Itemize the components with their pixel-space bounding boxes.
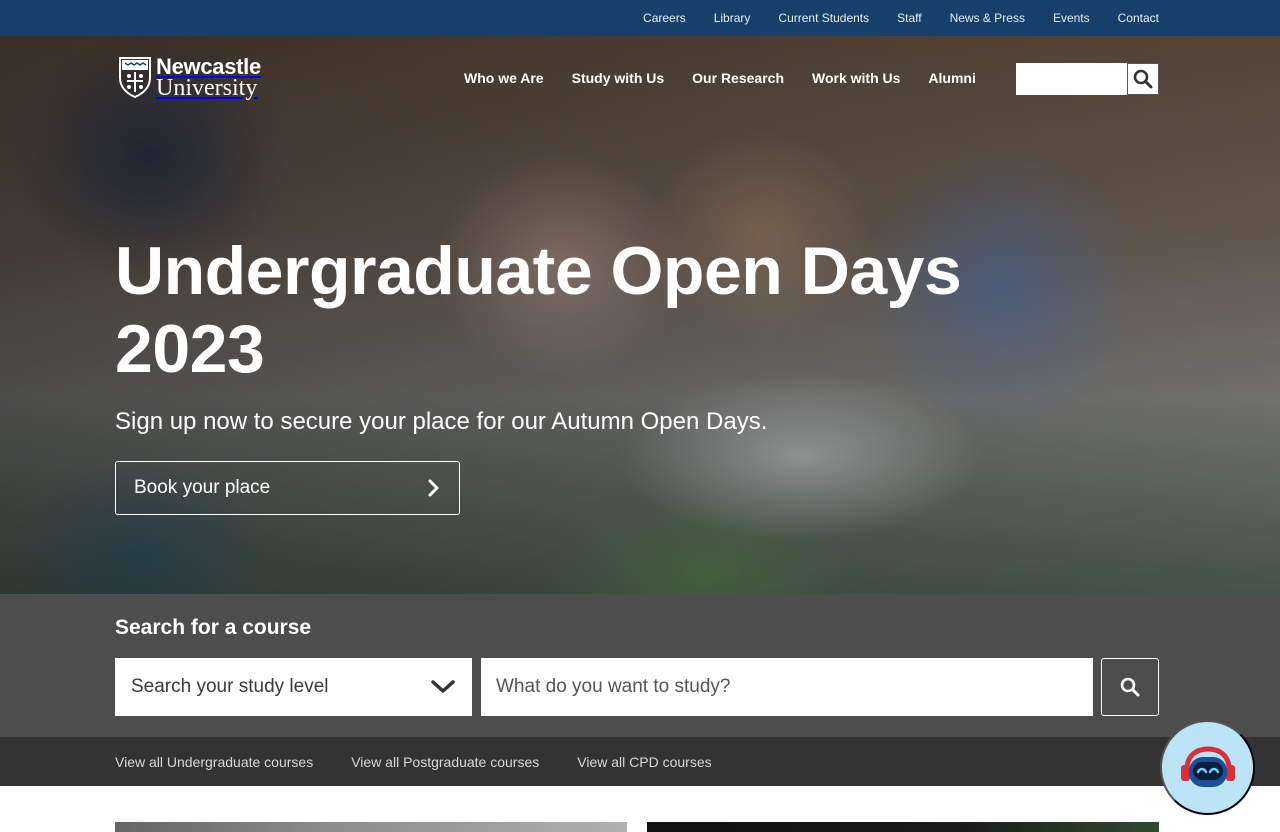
nav-work-with-us[interactable]: Work with Us: [812, 70, 900, 86]
logo-line-university: University: [156, 75, 258, 101]
chatbot-robot-icon: [1180, 745, 1235, 787]
utility-link-library[interactable]: Library: [714, 11, 751, 25]
utility-link-current-students[interactable]: Current Students: [778, 11, 869, 25]
study-subject-input[interactable]: [481, 658, 1093, 716]
chatbot-launcher-button[interactable]: [1160, 720, 1255, 815]
teaser-card-left[interactable]: [115, 822, 627, 832]
course-search-panel: Search for a course Search your study le…: [0, 594, 1280, 737]
nav-who-we-are[interactable]: Who we Are: [464, 70, 544, 86]
study-level-selected: Search your study level: [131, 676, 329, 697]
search-icon: [1133, 69, 1153, 89]
site-search: [1016, 63, 1159, 95]
hero-title: Undergraduate Open Days 2023: [115, 233, 962, 387]
utility-link-contact[interactable]: Contact: [1118, 11, 1159, 25]
course-search-button[interactable]: [1101, 658, 1159, 716]
main-nav: Who we Are Study with Us Our Research Wo…: [464, 70, 976, 86]
study-level-select[interactable]: Search your study level: [115, 658, 472, 716]
utility-link-staff[interactable]: Staff: [897, 11, 921, 25]
teaser-card-right[interactable]: [647, 822, 1159, 832]
link-cpd-courses[interactable]: View all CPD courses: [577, 754, 711, 770]
book-your-place-button[interactable]: Book your place: [115, 461, 460, 515]
nav-study-with-us[interactable]: Study with Us: [572, 70, 665, 86]
logo-wordmark: Newcastle University: [156, 56, 261, 101]
chevron-down-icon: [431, 680, 455, 693]
nav-our-research[interactable]: Our Research: [692, 70, 784, 86]
university-logo[interactable]: Newcastle University: [118, 56, 261, 100]
search-icon: [1120, 677, 1140, 697]
utility-link-events[interactable]: Events: [1053, 11, 1090, 25]
link-undergraduate-courses[interactable]: View all Undergraduate courses: [115, 754, 313, 770]
link-postgraduate-courses[interactable]: View all Postgraduate courses: [351, 754, 539, 770]
book-your-place-label: Book your place: [134, 477, 271, 498]
utility-bar: Careers Library Current Students Staff N…: [0, 0, 1280, 36]
course-search-heading: Search for a course: [115, 616, 312, 639]
hero-subtitle: Sign up now to secure your place for our…: [115, 408, 768, 435]
site-search-input[interactable]: [1016, 63, 1127, 95]
utility-nav: Careers Library Current Students Staff N…: [643, 0, 1159, 36]
nav-alumni[interactable]: Alumni: [928, 70, 975, 86]
site-search-button[interactable]: [1127, 63, 1159, 95]
utility-link-careers[interactable]: Careers: [643, 11, 686, 25]
utility-link-news-press[interactable]: News & Press: [950, 11, 1025, 25]
university-crest-icon: [119, 57, 151, 98]
course-links-bar: View all Undergraduate courses View all …: [0, 737, 1280, 786]
chevron-right-icon: [428, 479, 439, 497]
